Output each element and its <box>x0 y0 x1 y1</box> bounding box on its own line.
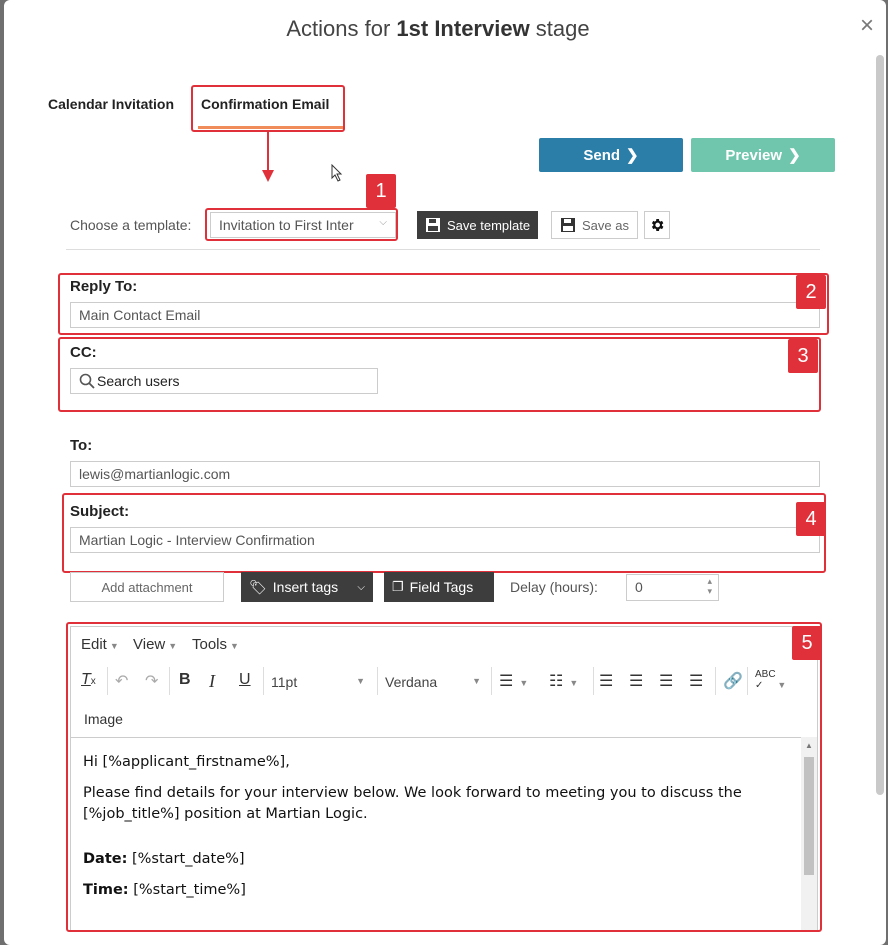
floppy-disk-icon <box>561 218 575 232</box>
field-tags-button[interactable]: ❐ Field Tags <box>384 572 494 602</box>
modal-title: Actions for 1st Interview stage <box>286 16 590 41</box>
settings-button[interactable] <box>644 211 670 239</box>
arrow-down-icon <box>262 132 274 182</box>
highlight-box-editor <box>66 622 822 932</box>
tag-icon: 🏷 <box>249 578 267 595</box>
modal-scrollbar[interactable] <box>876 55 884 795</box>
delay-label: Delay (hours): <box>510 579 598 595</box>
chevron-right-icon: ❯ <box>788 147 801 164</box>
chevron-right-icon: ❯ <box>626 147 639 164</box>
to-label: To: <box>70 437 93 454</box>
delay-input[interactable]: 0 ▴ ▾ <box>626 574 719 601</box>
gear-icon <box>651 219 664 231</box>
divider <box>66 249 820 250</box>
insert-tags-button[interactable]: 🏷 Insert tags ⌵ <box>241 572 373 602</box>
save-template-button[interactable]: Save template <box>417 211 539 239</box>
annotation-badge-5: 5 <box>792 626 822 660</box>
chevron-down-icon: ⌵ <box>357 581 365 593</box>
highlight-box-reply-to <box>58 273 829 335</box>
save-as-button[interactable]: Save as <box>551 211 638 239</box>
annotation-badge-2: 2 <box>796 275 826 309</box>
to-input[interactable]: lewis@martianlogic.com <box>70 461 820 487</box>
highlight-box-tab <box>191 85 345 132</box>
actions-modal: Actions for 1st Interview stage × Calend… <box>4 0 886 945</box>
add-attachment-button[interactable]: Add attachment <box>70 572 224 602</box>
send-button[interactable]: Send ❯ <box>539 138 683 172</box>
floppy-disk-icon <box>426 218 440 232</box>
close-icon[interactable]: × <box>860 14 874 38</box>
annotation-badge-4: 4 <box>796 502 826 536</box>
annotation-badge-1: 1 <box>366 174 396 208</box>
highlight-box-template <box>205 208 398 241</box>
annotation-badge-3: 3 <box>788 339 818 373</box>
template-label: Choose a template: <box>70 217 192 233</box>
highlight-box-subject <box>62 493 826 573</box>
preview-button[interactable]: Preview ❯ <box>691 138 835 172</box>
stepper-arrows-icon[interactable]: ▴ ▾ <box>707 576 712 596</box>
tab-calendar-invitation[interactable]: Calendar Invitation <box>48 96 174 112</box>
highlight-box-cc <box>58 337 821 412</box>
copy-icon: ❐ <box>392 579 404 594</box>
mouse-cursor-icon <box>331 164 343 182</box>
